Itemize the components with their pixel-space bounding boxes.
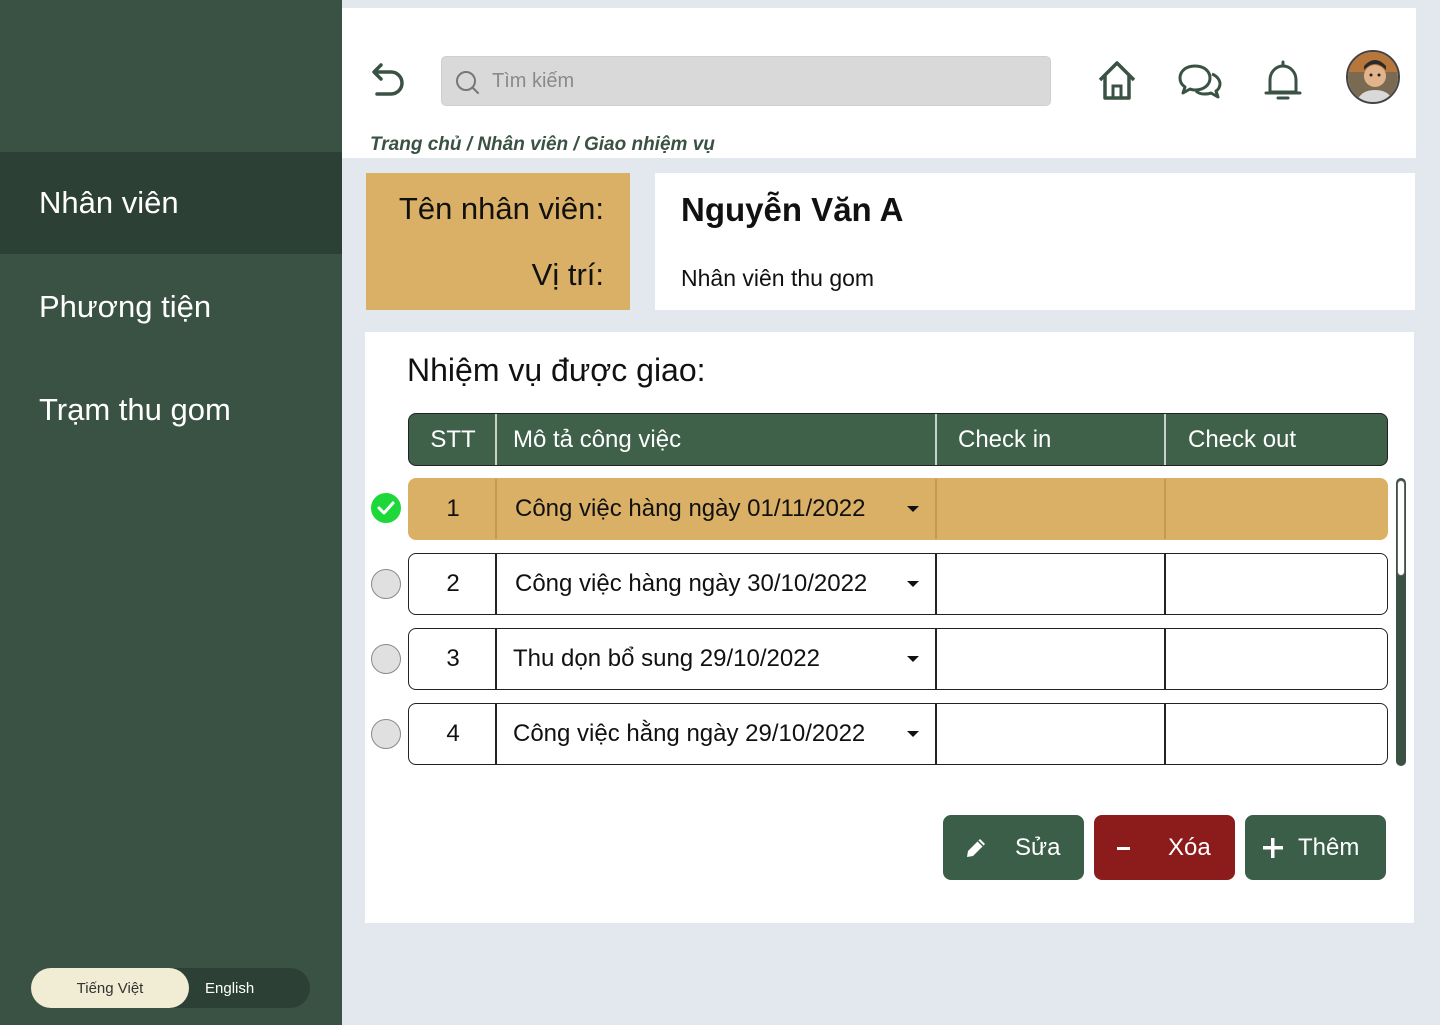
table-row[interactable]: 4 Công việc hằng ngày 29/10/2022 (408, 703, 1388, 765)
row-stt: 1 (446, 495, 460, 522)
employee-info-box: Nguyễn Văn A Nhân viên thu gom (655, 173, 1415, 310)
sidebar: Nhân viên Phương tiện Trạm thu gom Tiếng… (0, 0, 342, 1025)
column-header-check-out: Check out (1188, 425, 1297, 453)
row-description: Công việc hàng ngày 30/10/2022 (515, 570, 868, 597)
delete-button[interactable]: Xóa (1094, 815, 1235, 880)
column-divider (495, 704, 497, 764)
employee-position: Nhân viên thu gom (681, 265, 875, 291)
column-divider (935, 479, 937, 539)
employee-name-label: Tên nhân viên: (398, 191, 604, 226)
column-divider (1164, 704, 1166, 764)
minus-icon (1117, 846, 1130, 850)
row-stt: 4 (446, 720, 460, 747)
add-button-label: Thêm (1298, 833, 1360, 861)
employee-label-box: Tên nhân viên: Vị trí: (366, 173, 630, 310)
column-divider (495, 629, 497, 689)
sidebar-item-employees[interactable]: Nhân viên (0, 152, 342, 254)
breadcrumb: Trang chủ / Nhân viên / Giao nhiệm vụ (370, 134, 715, 155)
sidebar-item-label: Phương tiện (39, 289, 212, 324)
add-button[interactable]: Thêm (1245, 815, 1386, 880)
search-bar (441, 56, 1051, 106)
chevron-down-icon[interactable] (907, 581, 919, 587)
scrollbar-thumb[interactable] (1397, 480, 1405, 576)
column-divider (1164, 479, 1166, 539)
home-icon[interactable] (1092, 56, 1142, 106)
chat-icon[interactable] (1175, 56, 1225, 106)
column-divider (1164, 554, 1166, 614)
language-switch: Tiếng Việt English (31, 968, 310, 1008)
row-select-radio[interactable] (371, 644, 401, 674)
column-header-description: Mô tả công việc (513, 425, 682, 453)
column-divider (1164, 629, 1166, 689)
delete-button-label: Xóa (1168, 833, 1211, 861)
edit-button-label: Sửa (1015, 833, 1061, 861)
assigned-tasks-panel: Nhiệm vụ được giao: STT Mô tả công việc … (365, 332, 1414, 923)
column-divider (935, 554, 937, 614)
pencil-icon (967, 838, 985, 857)
column-divider (1164, 414, 1166, 465)
bell-icon[interactable] (1258, 56, 1308, 106)
plus-icon (1263, 837, 1283, 858)
search-input[interactable] (492, 57, 1032, 105)
row-description: Thu dọn bổ sung 29/10/2022 (513, 645, 820, 672)
chevron-down-icon[interactable] (907, 506, 919, 512)
column-divider (935, 414, 937, 465)
row-description: Công việc hàng ngày 01/11/2022 (515, 495, 866, 522)
table-scrollbar[interactable] (1396, 478, 1406, 766)
row-select-radio[interactable] (371, 719, 401, 749)
column-header-check-in: Check in (958, 425, 1052, 453)
column-divider (935, 704, 937, 764)
row-description: Công việc hằng ngày 29/10/2022 (513, 720, 866, 747)
table-header: STT Mô tả công việc Check in Check out (408, 413, 1388, 466)
language-option-vietnamese[interactable]: Tiếng Việt (31, 968, 189, 1008)
chevron-down-icon[interactable] (907, 731, 919, 737)
row-select-radio[interactable] (371, 493, 401, 523)
edit-button[interactable]: Sửa (943, 815, 1084, 880)
table-row[interactable]: 3 Thu dọn bổ sung 29/10/2022 (408, 628, 1388, 690)
sidebar-item-label: Nhân viên (39, 185, 179, 220)
employee-name: Nguyễn Văn A (681, 191, 904, 228)
sidebar-item-label: Trạm thu gom (39, 392, 231, 427)
column-divider (495, 414, 497, 465)
column-header-stt: STT (430, 425, 476, 453)
table-row[interactable]: 1 Công việc hàng ngày 01/11/2022 (408, 478, 1388, 540)
column-divider (495, 479, 497, 539)
row-select-radio[interactable] (371, 569, 401, 599)
avatar[interactable] (1346, 50, 1400, 104)
search-icon (456, 71, 479, 94)
table-row[interactable]: 2 Công việc hàng ngày 30/10/2022 (408, 553, 1388, 615)
sidebar-item-collection-stations[interactable]: Trạm thu gom (0, 359, 342, 461)
back-arrow-icon[interactable] (365, 58, 409, 102)
row-stt: 3 (446, 645, 460, 672)
check-icon (377, 501, 395, 515)
column-divider (935, 629, 937, 689)
language-option-english[interactable]: English (189, 968, 310, 1008)
row-stt: 2 (446, 570, 460, 597)
top-bar: Trang chủ / Nhân viên / Giao nhiệm vụ (342, 8, 1416, 158)
employee-position-label: Vị trí: (531, 257, 604, 292)
sidebar-item-vehicles[interactable]: Phương tiện (0, 256, 342, 358)
column-divider (495, 554, 497, 614)
chevron-down-icon[interactable] (907, 656, 919, 662)
panel-title: Nhiệm vụ được giao: (407, 352, 706, 388)
